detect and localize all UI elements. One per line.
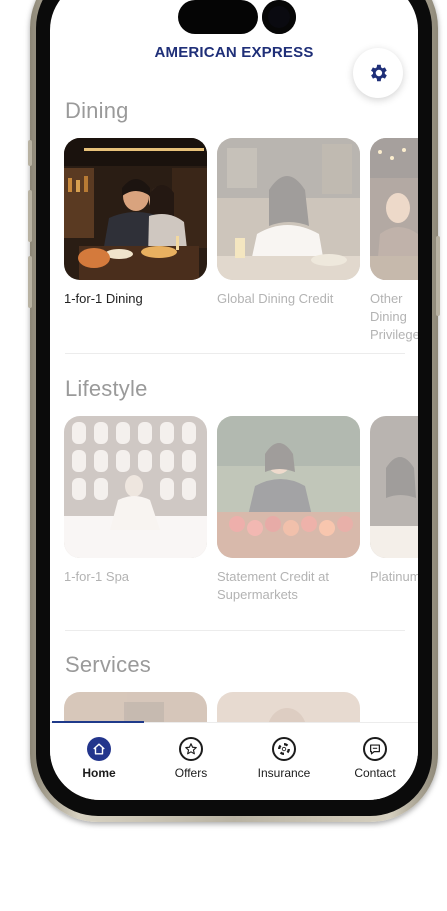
dining-group-image: [370, 138, 418, 280]
active-tab-indicator: [52, 721, 144, 723]
home-icon: [87, 737, 111, 761]
tab-label: Home: [82, 766, 116, 780]
tab-label: Insurance: [257, 766, 311, 780]
card-label: 1-for-1 Spa: [64, 569, 130, 584]
tab-offers[interactable]: Offers: [151, 737, 231, 780]
card-label: Other Dining Privileges: [370, 291, 418, 342]
tab-label: Contact: [354, 766, 396, 780]
card-label: Platinum: [370, 569, 418, 584]
card-1-for-1-spa[interactable]: [64, 416, 207, 558]
power-button: [436, 236, 440, 316]
dynamic-island: [178, 0, 296, 34]
card-platinum[interactable]: [370, 416, 418, 558]
card-1-for-1-dining[interactable]: [64, 138, 207, 280]
card-label: Global Dining Credit: [217, 291, 334, 306]
gear-icon: [371, 64, 387, 82]
front-camera-icon: [262, 0, 296, 34]
section-divider: [65, 630, 405, 631]
section-divider: [65, 353, 405, 354]
volume-down-button: [28, 256, 32, 308]
platinum-image: [370, 416, 418, 558]
tab-insurance[interactable]: Insurance: [244, 737, 324, 780]
section-title-services: Services: [65, 652, 151, 677]
section-title-lifestyle: Lifestyle: [65, 376, 148, 401]
tab-bar: Home Offers Insurance Contact: [50, 721, 418, 800]
settings-button[interactable]: [353, 48, 403, 98]
action-button: [28, 140, 32, 166]
spa-image: [64, 416, 207, 558]
tab-home[interactable]: Home: [59, 737, 139, 780]
lifebuoy-icon: [272, 737, 296, 761]
dining-woman-image: [217, 138, 360, 280]
card-statement-credit-supermarkets[interactable]: [217, 416, 360, 558]
card-other-dining-privileges[interactable]: [370, 138, 418, 280]
tab-contact[interactable]: Contact: [335, 737, 415, 780]
dining-couple-image: [64, 138, 207, 280]
home-scroll-content[interactable]: AMERICAN EXPRESS Dining 1-for-1 Dining G…: [50, 0, 418, 800]
section-title-dining: Dining: [65, 98, 129, 123]
card-label: Statement Credit at Supermarkets: [217, 569, 329, 602]
tab-label: Offers: [174, 766, 208, 780]
phone-screen: AMERICAN EXPRESS Dining 1-for-1 Dining G…: [50, 0, 418, 800]
chat-bubble-icon: [363, 737, 387, 761]
card-global-dining-credit[interactable]: [217, 138, 360, 280]
star-badge-icon: [179, 737, 203, 761]
volume-up-button: [28, 190, 32, 242]
card-label: 1-for-1 Dining: [64, 291, 143, 306]
supermarket-image: [217, 416, 360, 558]
